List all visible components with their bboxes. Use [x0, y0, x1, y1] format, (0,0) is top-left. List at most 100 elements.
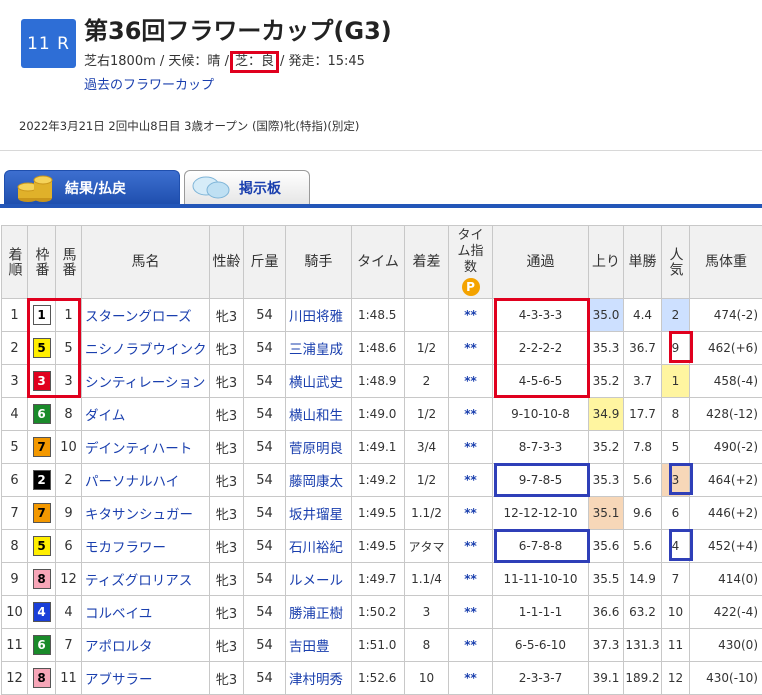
cell-passing: 2-3-3-7 — [493, 662, 589, 695]
cell-time: 1:48.6 — [352, 332, 405, 365]
cell-odds: 189.2 — [624, 662, 662, 695]
cell-time-index[interactable]: ** — [449, 563, 493, 596]
cell-weight-carried: 54 — [244, 629, 286, 662]
header-jockey: 騎手 — [286, 226, 352, 299]
cell-time-index[interactable]: ** — [449, 365, 493, 398]
cell-jockey[interactable]: 菅原明良 — [286, 431, 352, 464]
cell-last3f: 35.2 — [589, 431, 624, 464]
cell-sexage: 牝3 — [210, 563, 244, 596]
cell-margin: 3 — [405, 596, 449, 629]
cell-odds: 131.3 — [624, 629, 662, 662]
cell-time-index[interactable]: ** — [449, 497, 493, 530]
waku-color-badge: 8 — [33, 668, 51, 688]
cell-passing: 9-10-10-8 — [493, 398, 589, 431]
cell-last3f: 35.6 — [589, 530, 624, 563]
past-races-link[interactable]: 過去のフラワーカップ — [84, 74, 214, 93]
waku-color-badge: 8 — [33, 569, 51, 589]
cell-umaban: 9 — [56, 497, 82, 530]
cell-sexage: 牝3 — [210, 596, 244, 629]
cell-body-weight: 422(-4) — [690, 596, 762, 629]
cell-jockey[interactable]: 津村明秀 — [286, 662, 352, 695]
cell-jockey[interactable]: 吉田豊 — [286, 629, 352, 662]
cell-last3f: 35.1 — [589, 497, 624, 530]
cell-jockey[interactable]: 川田将雅 — [286, 299, 352, 332]
cell-jockey[interactable]: 横山和生 — [286, 398, 352, 431]
cell-time-index[interactable]: ** — [449, 464, 493, 497]
cell-weight-carried: 54 — [244, 596, 286, 629]
cell-time-index[interactable]: ** — [449, 629, 493, 662]
cell-body-weight: 462(+6) — [690, 332, 762, 365]
cell-waku: 3 — [28, 365, 56, 398]
cell-time: 1:49.2 — [352, 464, 405, 497]
cell-horse-name[interactable]: ダイム — [82, 398, 210, 431]
cell-horse-name[interactable]: ティズグロリアス — [82, 563, 210, 596]
header-time-index[interactable]: タイム指数 P — [449, 226, 493, 299]
cell-horse-name[interactable]: アブサラー — [82, 662, 210, 695]
cell-rank: 10 — [2, 596, 28, 629]
cell-odds: 36.7 — [624, 332, 662, 365]
cell-odds: 7.8 — [624, 431, 662, 464]
cell-horse-name[interactable]: コルベイユ — [82, 596, 210, 629]
table-header-row: 着順 枠番 馬番 馬名 性齢 斤量 騎手 タイム 着差 タイム指数 P 通過 上… — [2, 226, 762, 299]
tab-message-board-label: 掲示板 — [239, 178, 281, 198]
cell-horse-name[interactable]: モカフラワー — [82, 530, 210, 563]
cell-jockey[interactable]: 藤岡康太 — [286, 464, 352, 497]
cell-umaban: 12 — [56, 563, 82, 596]
tab-message-board[interactable]: 掲示板 — [184, 170, 310, 204]
waku-color-badge: 7 — [33, 503, 51, 523]
cell-rank: 3 — [2, 365, 28, 398]
cell-passing: 12-12-12-10 — [493, 497, 589, 530]
cell-popularity: 11 — [662, 629, 690, 662]
header-odds: 単勝 — [624, 226, 662, 299]
cell-time-index[interactable]: ** — [449, 332, 493, 365]
cell-jockey[interactable]: 横山武史 — [286, 365, 352, 398]
cell-jockey[interactable]: 勝浦正樹 — [286, 596, 352, 629]
waku-color-badge: 6 — [33, 404, 51, 424]
header-rank: 着順 — [2, 226, 28, 299]
cell-horse-name[interactable]: スターングローズ — [82, 299, 210, 332]
header-weight-carried: 斤量 — [244, 226, 286, 299]
cell-popularity: 6 — [662, 497, 690, 530]
cell-time-index[interactable]: ** — [449, 530, 493, 563]
cell-time-index[interactable]: ** — [449, 662, 493, 695]
cell-weight-carried: 54 — [244, 431, 286, 464]
cell-waku: 7 — [28, 431, 56, 464]
cell-time-index[interactable]: ** — [449, 398, 493, 431]
cell-weight-carried: 54 — [244, 662, 286, 695]
waku-color-badge: 5 — [33, 338, 51, 358]
cell-body-weight: 446(+2) — [690, 497, 762, 530]
cell-horse-name[interactable]: デインティハート — [82, 431, 210, 464]
cell-horse-name[interactable]: パーソナルハイ — [82, 464, 210, 497]
cell-last3f: 35.0 — [589, 299, 624, 332]
cell-time: 1:52.6 — [352, 662, 405, 695]
cell-jockey[interactable]: 三浦皇成 — [286, 332, 352, 365]
cell-passing: 4-3-3-3 — [493, 299, 589, 332]
cell-horse-name[interactable]: キタサンシュガー — [82, 497, 210, 530]
cell-sexage: 牝3 — [210, 332, 244, 365]
cell-horse-name[interactable]: シンティレーション — [82, 365, 210, 398]
cell-time-index[interactable]: ** — [449, 299, 493, 332]
cell-time-index[interactable]: ** — [449, 596, 493, 629]
cell-jockey[interactable]: 石川裕紀 — [286, 530, 352, 563]
cell-odds: 5.6 — [624, 464, 662, 497]
cell-jockey[interactable]: 坂井瑠星 — [286, 497, 352, 530]
cell-time-index[interactable]: ** — [449, 431, 493, 464]
cell-horse-name[interactable]: ニシノラブウインク — [82, 332, 210, 365]
cell-sexage: 牝3 — [210, 299, 244, 332]
table-row: 622パーソナルハイ牝354藤岡康太1:49.21/2**9-7-8-535.3… — [2, 464, 762, 497]
cell-last3f: 35.2 — [589, 365, 624, 398]
tab-results[interactable]: 結果/払戻 — [4, 170, 180, 204]
table-row: 12811アブサラー牝354津村明秀1:52.610**2-3-3-739.11… — [2, 662, 762, 695]
waku-color-badge: 1 — [33, 305, 51, 325]
cell-rank: 9 — [2, 563, 28, 596]
cell-umaban: 1 — [56, 299, 82, 332]
cell-jockey[interactable]: ルメール — [286, 563, 352, 596]
cell-odds: 17.7 — [624, 398, 662, 431]
cell-passing: 11-11-10-10 — [493, 563, 589, 596]
cell-body-weight: 490(-2) — [690, 431, 762, 464]
cell-body-weight: 430(-10) — [690, 662, 762, 695]
premium-badge-icon: P — [462, 278, 480, 296]
cell-popularity: 2 — [662, 299, 690, 332]
cell-sexage: 牝3 — [210, 398, 244, 431]
cell-horse-name[interactable]: アポロルタ — [82, 629, 210, 662]
